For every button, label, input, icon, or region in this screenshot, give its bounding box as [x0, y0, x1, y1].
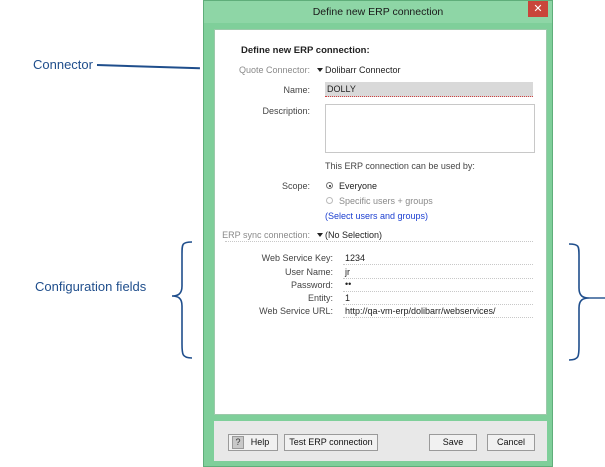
config-value-password[interactable]: •• — [345, 279, 351, 289]
quote-connector-label: Quote Connector: — [238, 65, 310, 75]
scope-label: Scope: — [281, 181, 310, 191]
config-value-username[interactable]: jr — [345, 267, 350, 277]
config-label-username: User Name: — [284, 267, 333, 277]
config-underline — [343, 317, 533, 318]
config-underline — [343, 304, 533, 305]
chevron-down-icon[interactable] — [317, 233, 323, 237]
close-icon: ✕ — [533, 2, 543, 15]
config-value-ws-url[interactable]: http://qa-vm-erp/dolibarr/webservices/ — [345, 306, 496, 316]
erp-sync-underline — [225, 241, 533, 242]
annotation-connector-line — [96, 64, 200, 69]
help-icon: ? — [232, 436, 244, 449]
config-label-ws-url: Web Service URL: — [259, 306, 333, 316]
save-button[interactable]: Save — [429, 434, 477, 451]
annotation-right-brace — [568, 243, 605, 361]
description-field[interactable] — [325, 104, 535, 153]
config-value-ws-key[interactable]: 1234 — [345, 253, 365, 263]
config-label-ws-key: Web Service Key: — [261, 253, 333, 263]
config-underline — [343, 264, 533, 265]
annotation-left-brace — [171, 241, 193, 359]
config-label-password: Password: — [290, 280, 333, 290]
scope-everyone-radio[interactable] — [326, 182, 333, 189]
config-underline — [343, 291, 533, 292]
help-button-label: Help — [250, 437, 270, 447]
quote-connector-select[interactable]: Dolibarr Connector — [325, 65, 401, 75]
test-erp-connection-button[interactable]: Test ERP connection — [284, 434, 378, 451]
erp-connection-dialog: Define new ERP connection ✕ Define new E… — [203, 0, 553, 467]
dialog-title: Define new ERP connection — [312, 6, 444, 18]
cancel-button[interactable]: Cancel — [487, 434, 535, 451]
config-value-entity[interactable]: 1 — [345, 293, 350, 303]
name-field[interactable]: DOLLY — [325, 82, 533, 97]
test-erp-connection-label: Test ERP connection — [289, 437, 373, 447]
dialog-content: Define new ERP connection: Quote Connect… — [214, 29, 547, 415]
scope-specific-label: Specific users + groups — [339, 196, 433, 206]
scope-everyone-label[interactable]: Everyone — [339, 181, 377, 191]
usage-note: This ERP connection can be used by: — [325, 161, 475, 171]
annotation-configuration-fields: Configuration fields — [35, 279, 147, 294]
erp-sync-label: ERP sync connection: — [222, 230, 310, 240]
dialog-titlebar: Define new ERP connection — [204, 1, 552, 23]
form-heading: Define new ERP connection: — [241, 45, 370, 56]
config-underline — [343, 278, 533, 279]
scope-specific-radio — [326, 197, 333, 204]
cancel-button-label: Cancel — [496, 437, 525, 447]
dialog-footer: ? Help Test ERP connection Save Cancel — [214, 421, 547, 461]
help-button[interactable]: ? Help — [228, 434, 278, 451]
annotation-connector: Connector — [33, 57, 93, 72]
close-button[interactable]: ✕ — [528, 1, 548, 17]
erp-sync-select[interactable]: (No Selection) — [325, 230, 382, 240]
name-value: DOLLY — [327, 84, 356, 94]
select-users-groups-link[interactable]: (Select users and groups) — [325, 211, 428, 221]
name-label: Name: — [283, 85, 310, 95]
config-label-entity: Entity: — [307, 293, 333, 303]
save-button-label: Save — [442, 437, 464, 447]
description-label: Description: — [262, 106, 310, 116]
chevron-down-icon[interactable] — [317, 68, 323, 72]
